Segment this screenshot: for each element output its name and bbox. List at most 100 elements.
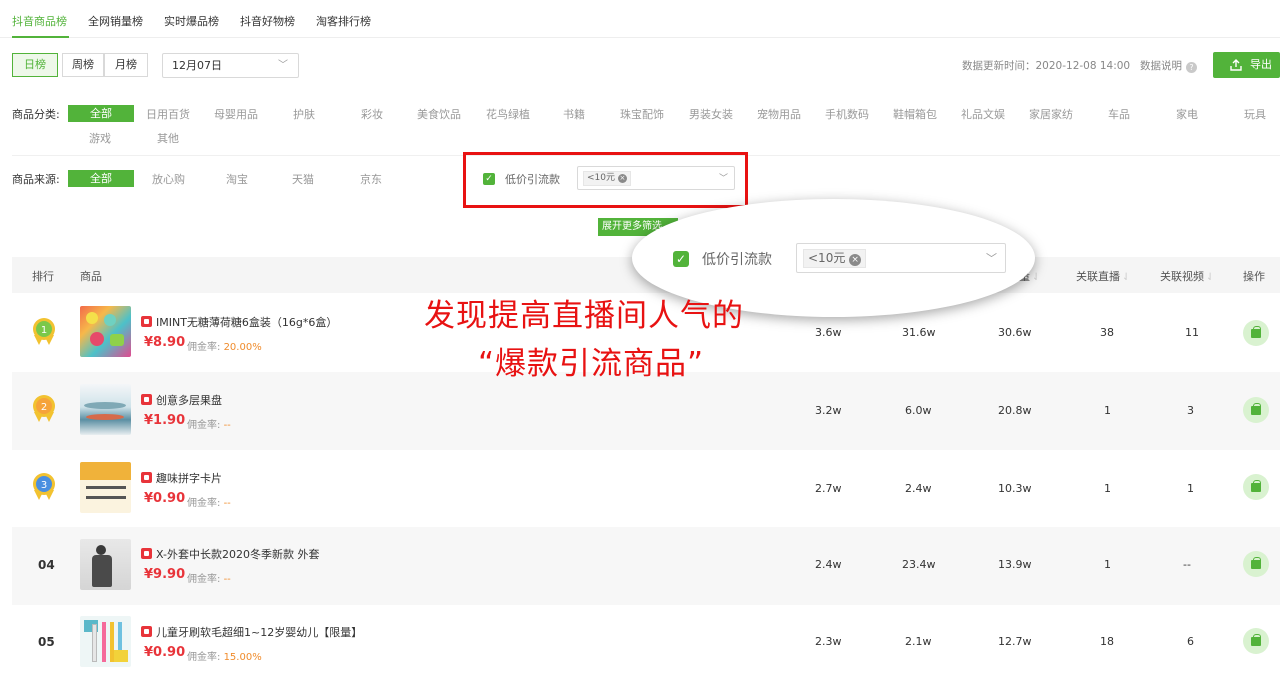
table-row[interactable]: 2 创意多层果盘 ¥1.90 佣金率: -- 3.2w 6.0w 20.8w 1… (12, 372, 1280, 450)
product-thumbnail[interactable] (80, 306, 131, 357)
header-action: 操作 (1243, 270, 1265, 283)
bag-icon[interactable] (1243, 628, 1269, 654)
tab-douyin-good[interactable]: 抖音好物榜 (240, 13, 295, 29)
category-chip[interactable]: 手机数码 (825, 106, 869, 122)
commission: 佣金率: -- (187, 570, 231, 585)
low-price-label: 低价引流款 (505, 173, 560, 186)
category-chip[interactable]: 家居家纺 (1029, 106, 1073, 122)
commission: 佣金率: 15.00% (187, 648, 262, 663)
period-week-button[interactable]: 周榜 (62, 53, 104, 77)
tab-douyin-product[interactable]: 抖音商品榜 (12, 13, 67, 29)
product-name[interactable]: 创意多层果盘 (156, 392, 222, 408)
header-rank: 排行 (32, 270, 54, 283)
close-icon: × (849, 254, 862, 266)
category-chip[interactable]: 家电 (1176, 106, 1198, 122)
commission-value: -- (223, 498, 231, 509)
table-row[interactable]: 05 儿童牙刷软毛超细1~12岁婴幼儿【限量】 ¥0.90 佣金率: 15.00… (12, 604, 1280, 679)
product-price: ¥0.90 (144, 645, 186, 660)
period-day-button[interactable]: 日榜 (12, 53, 58, 77)
source-chip-all[interactable]: 全部 (68, 170, 134, 187)
data-help-link[interactable]: 数据说明? (1140, 58, 1197, 73)
category-chip[interactable]: 美食饮品 (417, 106, 461, 122)
tab-realtime-hot[interactable]: 实时爆品榜 (164, 13, 219, 29)
sort-icon: ⇃ (1032, 272, 1041, 283)
source-chip[interactable]: 放心购 (152, 171, 185, 187)
period-month-button[interactable]: 月榜 (104, 53, 148, 77)
category-chip[interactable]: 书籍 (563, 106, 585, 122)
bag-icon[interactable] (1243, 320, 1269, 346)
category-chip[interactable]: 其他 (157, 130, 179, 146)
product-thumbnail[interactable] (80, 539, 131, 590)
low-price-select-zoomed: <10元 × ﹀ (796, 243, 1006, 273)
metric-cell: 2.1w (905, 635, 932, 648)
category-chip[interactable]: 鞋帽箱包 (893, 106, 937, 122)
category-chip[interactable]: 母婴用品 (214, 106, 258, 122)
date-select[interactable]: 12月07日 ﹀ (162, 53, 299, 78)
product-thumbnail[interactable] (80, 384, 131, 435)
rank-medal-number: 2 (41, 402, 47, 413)
header-product: 商品 (80, 270, 102, 283)
table-row[interactable]: 3 趣味拼字卡片 ¥0.90 佣金率: -- 2.7w 2.4w 10.3w 1… (12, 450, 1280, 528)
chevron-down-icon: ﹀ (278, 60, 288, 71)
bag-icon[interactable] (1243, 551, 1269, 577)
export-button[interactable]: 导出 (1213, 52, 1280, 78)
header-live-label: 关联直播 (1076, 270, 1120, 283)
commission: 佣金率: 20.00% (187, 338, 262, 353)
views-cell: 12.7w (998, 635, 1032, 648)
table-row[interactable]: 04 X-外套中长款2020冬季新款 外套 ¥9.90 佣金率: -- 2.4w… (12, 527, 1280, 605)
low-price-select[interactable]: <10元 × ﹀ (577, 166, 735, 190)
commission-value: -- (223, 574, 231, 585)
tab-all-network-sales[interactable]: 全网销量榜 (88, 13, 143, 29)
metric-cell: 3.6w (815, 326, 842, 339)
category-chip[interactable]: 珠宝配饰 (620, 106, 664, 122)
header-video-label: 关联视频 (1160, 270, 1204, 283)
product-name[interactable]: IMINT无糖薄荷糖6盒装（16g*6盒） (156, 314, 337, 330)
product-price: ¥1.90 (144, 413, 186, 428)
header-live[interactable]: 关联直播 ⇃ (1076, 268, 1130, 284)
metric-cell: 2.7w (815, 482, 842, 495)
sort-icon: ⇃ (1206, 272, 1215, 283)
category-chip[interactable]: 花鸟绿植 (486, 106, 530, 122)
metric-cell: 3.2w (815, 404, 842, 417)
product-price: ¥8.90 (144, 335, 186, 350)
category-chip[interactable]: 日用百货 (146, 106, 190, 122)
bag-icon[interactable] (1243, 474, 1269, 500)
product-name[interactable]: 趣味拼字卡片 (156, 470, 222, 486)
category-chip[interactable]: 男装女装 (689, 106, 733, 122)
header-video[interactable]: 关联视频 ⇃ (1160, 268, 1214, 284)
category-chip[interactable]: 游戏 (89, 130, 111, 146)
category-chip[interactable]: 礼品文娱 (961, 106, 1005, 122)
bag-icon[interactable] (1243, 397, 1269, 423)
category-chip[interactable]: 宠物用品 (757, 106, 801, 122)
metric-cell: 31.6w (902, 326, 936, 339)
category-chip-all[interactable]: 全部 (68, 105, 134, 122)
close-icon[interactable]: × (617, 174, 627, 183)
category-chip[interactable]: 护肤 (293, 106, 315, 122)
live-cell: 1 (1104, 558, 1111, 571)
product-price: ¥9.90 (144, 567, 186, 582)
tab-taoke-rank[interactable]: 淘客排行榜 (316, 13, 371, 29)
product-name[interactable]: X-外套中长款2020冬季新款 外套 (156, 546, 319, 562)
low-price-label-zoomed: 低价引流款 (702, 252, 772, 268)
commission-label: 佣金率: (187, 574, 221, 585)
date-select-value: 12月07日 (172, 59, 222, 72)
product-name[interactable]: 儿童牙刷软毛超细1~12岁婴幼儿【限量】 (156, 624, 362, 640)
product-thumbnail[interactable] (80, 462, 131, 513)
category-chip[interactable]: 车品 (1108, 106, 1130, 122)
source-chip[interactable]: 天猫 (292, 171, 314, 187)
low-price-checkbox[interactable]: ✓ (483, 173, 495, 185)
category-chip[interactable]: 玩具 (1244, 106, 1266, 122)
rank-medal-number: 1 (41, 325, 47, 336)
active-tab-indicator (12, 36, 69, 38)
product-thumbnail[interactable] (80, 616, 131, 667)
price-tag: <10元 × (583, 171, 631, 186)
source-chip[interactable]: 淘宝 (226, 171, 248, 187)
shop-icon (141, 394, 152, 405)
shop-icon (141, 626, 152, 637)
commission-label: 佣金率: (187, 498, 221, 509)
video-cell: 6 (1187, 635, 1194, 648)
source-chip[interactable]: 京东 (360, 171, 382, 187)
category-chip[interactable]: 彩妆 (361, 106, 383, 122)
views-cell: 30.6w (998, 326, 1032, 339)
commission-label: 佣金率: (187, 652, 221, 663)
